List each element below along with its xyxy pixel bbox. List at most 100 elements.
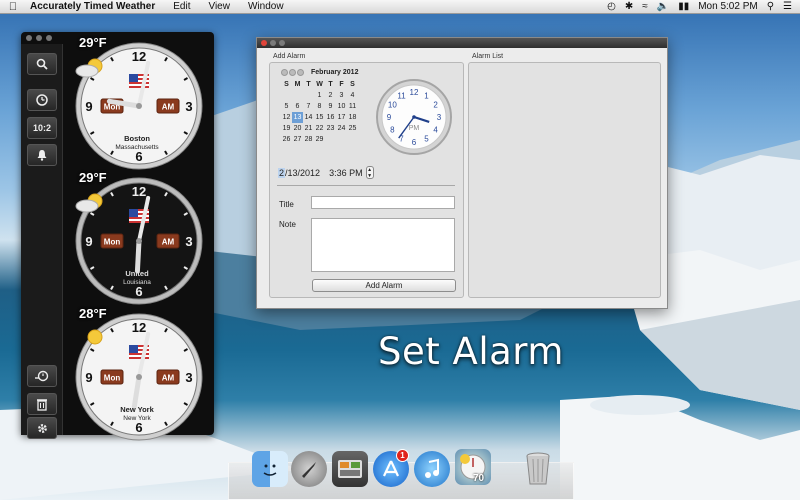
- calendar-header: February 2012: [281, 67, 377, 78]
- clock-panel-titlebar: [21, 32, 63, 44]
- battery-icon[interactable]: ▮▮: [678, 1, 689, 12]
- world-clock[interactable]: 12 3 6 9 Mon AM 28°F New York New York: [73, 306, 209, 441]
- add-alarm-button[interactable]: Add Alarm: [312, 279, 456, 292]
- calendar-day[interactable]: 5: [281, 101, 292, 112]
- sunny-icon: [87, 329, 103, 345]
- weekday-header: T: [328, 81, 333, 88]
- calendar-day[interactable]: 25: [347, 123, 358, 134]
- svg-text:3: 3: [185, 234, 192, 249]
- spotlight-icon[interactable]: ⚲: [767, 1, 774, 12]
- calendar-day[interactable]: 19: [281, 123, 292, 134]
- world-clock[interactable]: 12 3 6 9 Mon AM 29°F Boston Massachusetts: [73, 35, 209, 170]
- launchpad-icon[interactable]: [291, 451, 327, 487]
- time-machine-icon[interactable]: ◴: [607, 1, 616, 12]
- wifi-icon[interactable]: ≈: [642, 1, 648, 12]
- apple-menu-icon[interactable]: : [0, 1, 26, 13]
- time-stepper[interactable]: ▲ ▼: [365, 166, 374, 179]
- app-menu[interactable]: Accurately Timed Weather: [26, 1, 164, 12]
- calendar-day[interactable]: 13: [292, 112, 303, 123]
- calendar-day[interactable]: 12: [281, 112, 292, 123]
- svg-text:3: 3: [185, 370, 192, 385]
- calendar-empty-cell: [292, 90, 303, 101]
- calendar-empty-cell: [281, 90, 292, 101]
- minimize-button[interactable]: [36, 35, 42, 41]
- calendar-day[interactable]: 14: [303, 112, 314, 123]
- minimize-button[interactable]: [270, 40, 276, 46]
- date-time-field[interactable]: 2 /13/2012 3:36 PM ▲ ▼: [278, 166, 374, 179]
- calendar-day[interactable]: 29: [314, 134, 325, 145]
- next-month-button[interactable]: [297, 69, 304, 76]
- calendar-day[interactable]: 10: [336, 101, 347, 112]
- volume-icon[interactable]: 🔈: [657, 1, 669, 12]
- zoom-button[interactable]: [46, 35, 52, 41]
- alarm-time-clock[interactable]: 1234567891011 12 PM: [375, 78, 453, 156]
- alarm-list-group-label: Alarm List: [472, 53, 504, 60]
- svg-text:12: 12: [132, 49, 146, 64]
- zoom-button[interactable]: [279, 40, 285, 46]
- clock-ampm: AM: [162, 238, 175, 247]
- delete-clock-button[interactable]: [27, 393, 57, 415]
- calendar-day[interactable]: 28: [303, 134, 314, 145]
- calendar-day[interactable]: 21: [303, 123, 314, 134]
- calendar-day[interactable]: 9: [325, 101, 336, 112]
- calendar-day[interactable]: 24: [336, 123, 347, 134]
- menubar-clock[interactable]: Mon 5:02 PM: [698, 1, 757, 12]
- clock-panel-sidebar: 10:2: [21, 44, 63, 439]
- clock-location: Boston Massachusetts: [73, 134, 201, 152]
- calendar-day[interactable]: 2: [325, 90, 336, 101]
- calendar-day[interactable]: 17: [336, 112, 347, 123]
- calendar-day[interactable]: 1: [314, 90, 325, 101]
- world-clock[interactable]: 12 3 6 9 Mon AM 29°F United Louisiana: [73, 170, 209, 305]
- previous-month-button[interactable]: [281, 69, 288, 76]
- clock-button[interactable]: [27, 89, 57, 111]
- close-button[interactable]: [261, 40, 267, 46]
- weekday-header: M: [294, 81, 301, 88]
- calendar-day[interactable]: 8: [314, 101, 325, 112]
- calendar-day[interactable]: 6: [292, 101, 303, 112]
- calendar-day[interactable]: 3: [336, 90, 347, 101]
- calendar-day[interactable]: 7: [303, 101, 314, 112]
- calendar-day[interactable]: 18: [347, 112, 358, 123]
- svg-text:12: 12: [132, 184, 146, 199]
- calendar-day[interactable]: 27: [292, 134, 303, 145]
- bluetooth-icon[interactable]: ✱: [625, 1, 633, 12]
- add-clock-button[interactable]: [27, 365, 57, 387]
- weekday-header: F: [339, 81, 344, 88]
- region-name: Massachusetts: [115, 144, 159, 151]
- calendar-day[interactable]: 22: [314, 123, 325, 134]
- alarm-list[interactable]: [468, 62, 661, 298]
- weekday-header: S: [284, 81, 289, 88]
- trash-icon[interactable]: [520, 451, 556, 487]
- calendar-day[interactable]: 20: [292, 123, 303, 134]
- title-label: Title: [279, 200, 294, 209]
- temperature: 28°F: [79, 306, 107, 321]
- calendar-day[interactable]: 11: [347, 101, 358, 112]
- finder-icon[interactable]: [252, 451, 288, 487]
- calendar-day[interactable]: 15: [314, 112, 325, 123]
- calendar-day[interactable]: 26: [281, 134, 292, 145]
- title-input[interactable]: [311, 196, 455, 209]
- notification-center-icon[interactable]: ☰: [783, 1, 792, 12]
- window-menu[interactable]: Window: [239, 1, 293, 12]
- view-menu[interactable]: View: [199, 1, 239, 12]
- alarm-button[interactable]: [27, 144, 57, 166]
- trash-icon: [37, 398, 47, 411]
- calendar-day[interactable]: 16: [325, 112, 336, 123]
- itunes-icon[interactable]: [414, 451, 450, 487]
- note-textarea[interactable]: [311, 218, 455, 272]
- calendar-grid: S M T W T F S 1 2 3 4 5 6 7 8 9 10 11 12 13 14 15 16 17 18 19 20 21…: [281, 79, 377, 145]
- calendar-day[interactable]: 4: [347, 90, 358, 101]
- menu-extras: ◴ ✱ ≈ 🔈 ▮▮ Mon 5:02 PM ⚲ ☰: [607, 1, 800, 12]
- settings-button[interactable]: [27, 417, 57, 439]
- date-rest[interactable]: /13/2012: [285, 168, 320, 178]
- time-field[interactable]: 3:36 PM: [329, 168, 363, 178]
- edit-menu[interactable]: Edit: [164, 1, 199, 12]
- close-button[interactable]: [26, 35, 32, 41]
- calendar-day[interactable]: 23: [325, 123, 336, 134]
- digital-mode-button[interactable]: 10:2: [27, 117, 57, 139]
- search-button[interactable]: [27, 53, 57, 75]
- today-button[interactable]: [289, 69, 296, 76]
- date-month-segment[interactable]: 2: [278, 167, 286, 178]
- system-preferences-icon[interactable]: [332, 451, 368, 487]
- gear-icon: [37, 423, 47, 433]
